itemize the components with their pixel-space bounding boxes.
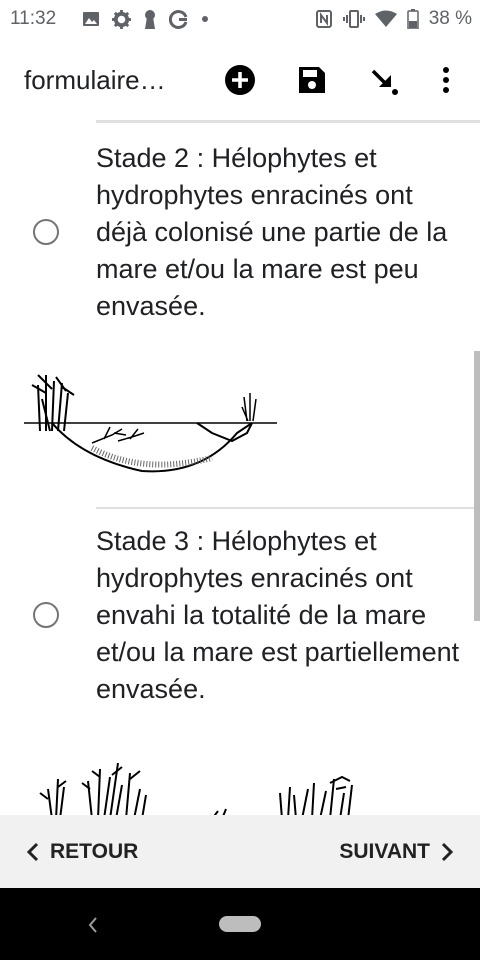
save-icon [299, 67, 325, 93]
dot-icon [202, 16, 208, 22]
next-label: SUIVANT [339, 839, 430, 863]
google-g-icon [169, 10, 188, 29]
more-vertical-icon [443, 67, 449, 93]
battery-icon [406, 9, 419, 29]
status-notification-icons [82, 9, 209, 29]
next-button[interactable]: SUIVANT [339, 815, 454, 888]
option-stade-3[interactable]: Stade 3 : Hélophytes et hydrophytes enra… [0, 509, 480, 815]
scrollbar[interactable] [474, 351, 480, 621]
option-stade-2[interactable]: Stade 2 : Hélophytes et hydrophytes enra… [0, 123, 480, 508]
add-button[interactable] [220, 60, 260, 100]
app-bar: formulaire… [0, 38, 480, 120]
status-right: 38 % [315, 8, 472, 30]
form-content[interactable]: Stade 2 : Hélophytes et hydrophytes enra… [0, 123, 480, 815]
bottom-navigation: RETOUR SUIVANT [0, 815, 480, 888]
battery-percent: 38 % [428, 8, 472, 29]
page-title: formulaire… [24, 65, 166, 95]
radio-stade-2[interactable] [33, 219, 59, 245]
back-label: RETOUR [50, 839, 139, 863]
nfc-icon [315, 10, 332, 28]
radio-stade-3[interactable] [33, 602, 59, 628]
option-label: Stade 2 : Hélophytes et hydrophytes enra… [96, 143, 448, 321]
arrow-down-right-icon [371, 69, 398, 95]
vibrate-icon [342, 10, 365, 28]
chevron-left-icon [26, 842, 39, 861]
pond-stade-3-illustration [39, 762, 353, 815]
gear-icon [112, 9, 131, 29]
wifi-icon [374, 10, 397, 27]
status-time: 11:32 [10, 8, 57, 29]
chevron-right-icon [441, 842, 454, 861]
system-home-pill[interactable] [219, 916, 261, 932]
keyhole-icon [145, 10, 155, 29]
pond-stade-2-illustration [24, 374, 277, 473]
image-icon [83, 12, 99, 26]
system-navigation-bar [0, 888, 480, 960]
option-label: Stade 3 : Hélophytes et hydrophytes enra… [96, 526, 460, 704]
add-icon [225, 65, 255, 95]
save-button[interactable] [292, 60, 332, 100]
more-options-button[interactable] [426, 60, 466, 100]
system-back-icon[interactable] [86, 916, 100, 934]
go-to-end-button[interactable] [364, 60, 404, 100]
back-button[interactable]: RETOUR [26, 815, 138, 888]
status-bar: 11:32 38 % [0, 0, 480, 38]
